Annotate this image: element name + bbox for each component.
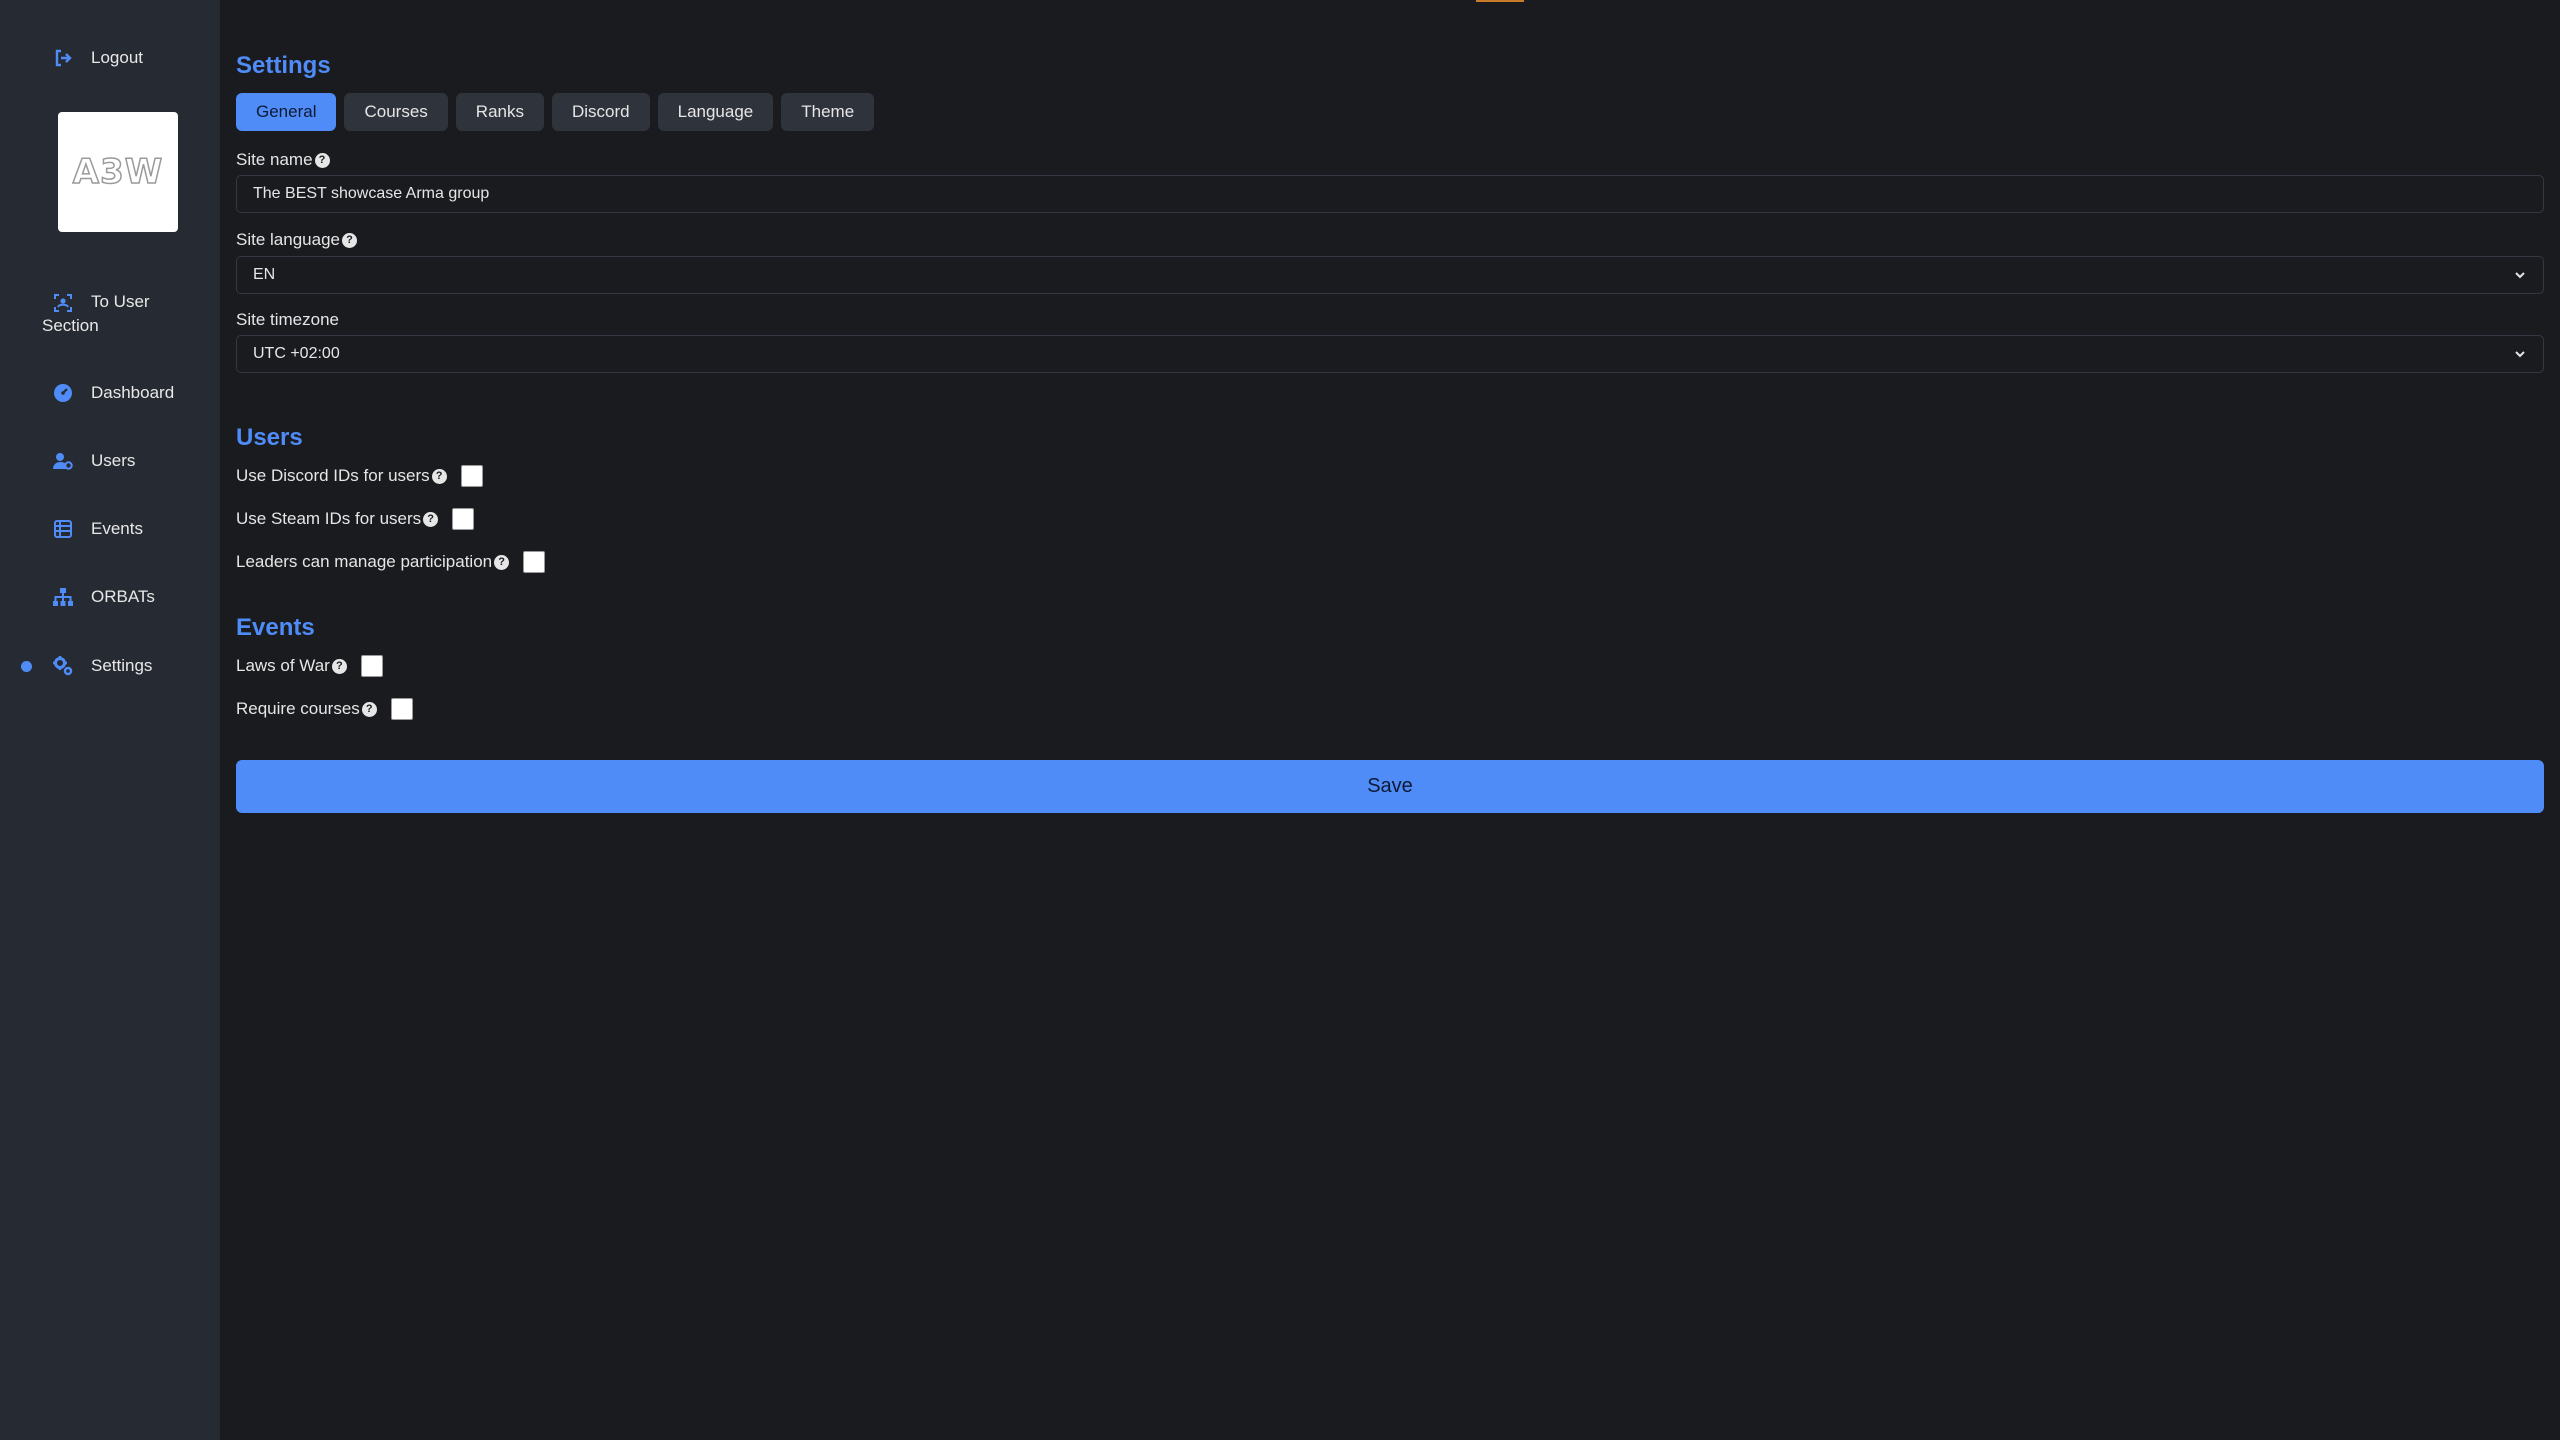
app-root: Logout A3W To User Section Dashboard User… — [0, 0, 2560, 1440]
laws-of-war-checkbox[interactable] — [360, 655, 383, 677]
chevron-down-icon — [2515, 272, 2525, 279]
table-list-icon — [52, 518, 74, 540]
settings-tabs: General Courses Ranks Discord Language T… — [236, 93, 875, 131]
tab-general[interactable]: General — [236, 93, 337, 131]
leaders-manage-checkbox[interactable] — [523, 551, 546, 573]
discord-ids-checkbox[interactable] — [460, 465, 483, 487]
users-section-title: Users — [236, 424, 303, 451]
site-language-label: Site language ? — [236, 230, 357, 250]
active-indicator — [21, 660, 32, 672]
help-icon[interactable]: ? — [431, 468, 447, 484]
laws-of-war-label: Laws of War — [236, 656, 330, 675]
site-language-select[interactable]: EN — [236, 256, 2544, 294]
gears-icon — [52, 655, 74, 677]
steam-ids-label: Use Steam IDs for users — [236, 509, 422, 528]
sidebar: Logout A3W To User Section Dashboard User… — [0, 0, 220, 1440]
dashboard-icon — [52, 382, 74, 404]
logo-text: A3W — [72, 151, 164, 193]
sidebar-item-dashboard[interactable]: Dashboard — [0, 381, 220, 405]
sidebar-item-label: Dashboard — [91, 383, 175, 402]
sidebar-item-label: ORBATs — [91, 587, 155, 606]
to-user-section-link[interactable]: To User Section — [0, 290, 220, 338]
help-icon[interactable]: ? — [494, 554, 510, 570]
events-section-title: Events — [236, 614, 315, 641]
tab-ranks[interactable]: Ranks — [455, 93, 544, 131]
chevron-down-icon — [2515, 351, 2525, 358]
site-name-label: Site name ? — [236, 150, 330, 170]
steam-ids-checkbox[interactable] — [452, 508, 475, 530]
leaders-manage-label: Leaders can manage participation — [236, 552, 493, 571]
require-courses-checkbox[interactable] — [390, 698, 413, 720]
site-timezone-value: UTC +02:00 — [253, 345, 340, 362]
top-scroll-marker — [1476, 0, 1524, 2]
require-courses-label: Require courses — [236, 699, 360, 718]
save-button[interactable]: Save — [236, 760, 2544, 813]
discord-ids-row: Use Discord IDs for users ? — [236, 465, 483, 487]
sidebar-item-settings[interactable]: Settings — [0, 654, 220, 678]
laws-of-war-row: Laws of War ? — [236, 655, 383, 677]
sidebar-item-users[interactable]: Users — [0, 449, 220, 473]
site-name-value: The BEST showcase Arma group — [253, 185, 490, 202]
tab-courses[interactable]: Courses — [344, 93, 448, 131]
tab-theme[interactable]: Theme — [781, 93, 875, 131]
page-title: Settings — [236, 52, 331, 79]
sidebar-item-label: Settings — [91, 656, 153, 675]
steam-ids-row: Use Steam IDs for users ? — [236, 508, 475, 530]
help-icon[interactable]: ? — [361, 701, 377, 717]
site-timezone-select[interactable]: UTC +02:00 — [236, 335, 2544, 373]
help-icon[interactable]: ? — [423, 511, 439, 527]
require-courses-row: Require courses ? — [236, 698, 413, 720]
tab-discord[interactable]: Discord — [551, 93, 650, 131]
sidebar-item-events[interactable]: Events — [0, 517, 220, 541]
help-icon[interactable]: ? — [341, 232, 357, 248]
sidebar-item-label: Events — [91, 519, 143, 538]
sitemap-icon — [52, 586, 74, 608]
discord-ids-label: Use Discord IDs for users — [236, 466, 430, 485]
users-cog-icon — [52, 450, 74, 472]
logout-label: Logout — [91, 48, 143, 67]
help-icon[interactable]: ? — [314, 152, 330, 168]
site-timezone-label: Site timezone — [236, 310, 339, 329]
site-name-input[interactable]: The BEST showcase Arma group — [236, 175, 2544, 213]
leaders-manage-row: Leaders can manage participation ? — [236, 551, 546, 573]
tab-language[interactable]: Language — [657, 93, 774, 131]
logout-button[interactable]: Logout — [0, 47, 220, 69]
settings-main: Settings General Courses Ranks Discord L… — [220, 0, 2560, 1440]
help-icon[interactable]: ? — [331, 658, 347, 674]
site-language-value: EN — [253, 266, 276, 283]
logout-icon — [52, 47, 74, 69]
site-logo: A3W — [58, 112, 178, 232]
to-user-section-label: To User Section — [42, 292, 150, 335]
sidebar-item-orbats[interactable]: ORBATs — [0, 585, 220, 609]
sidebar-item-label: Users — [91, 451, 136, 470]
